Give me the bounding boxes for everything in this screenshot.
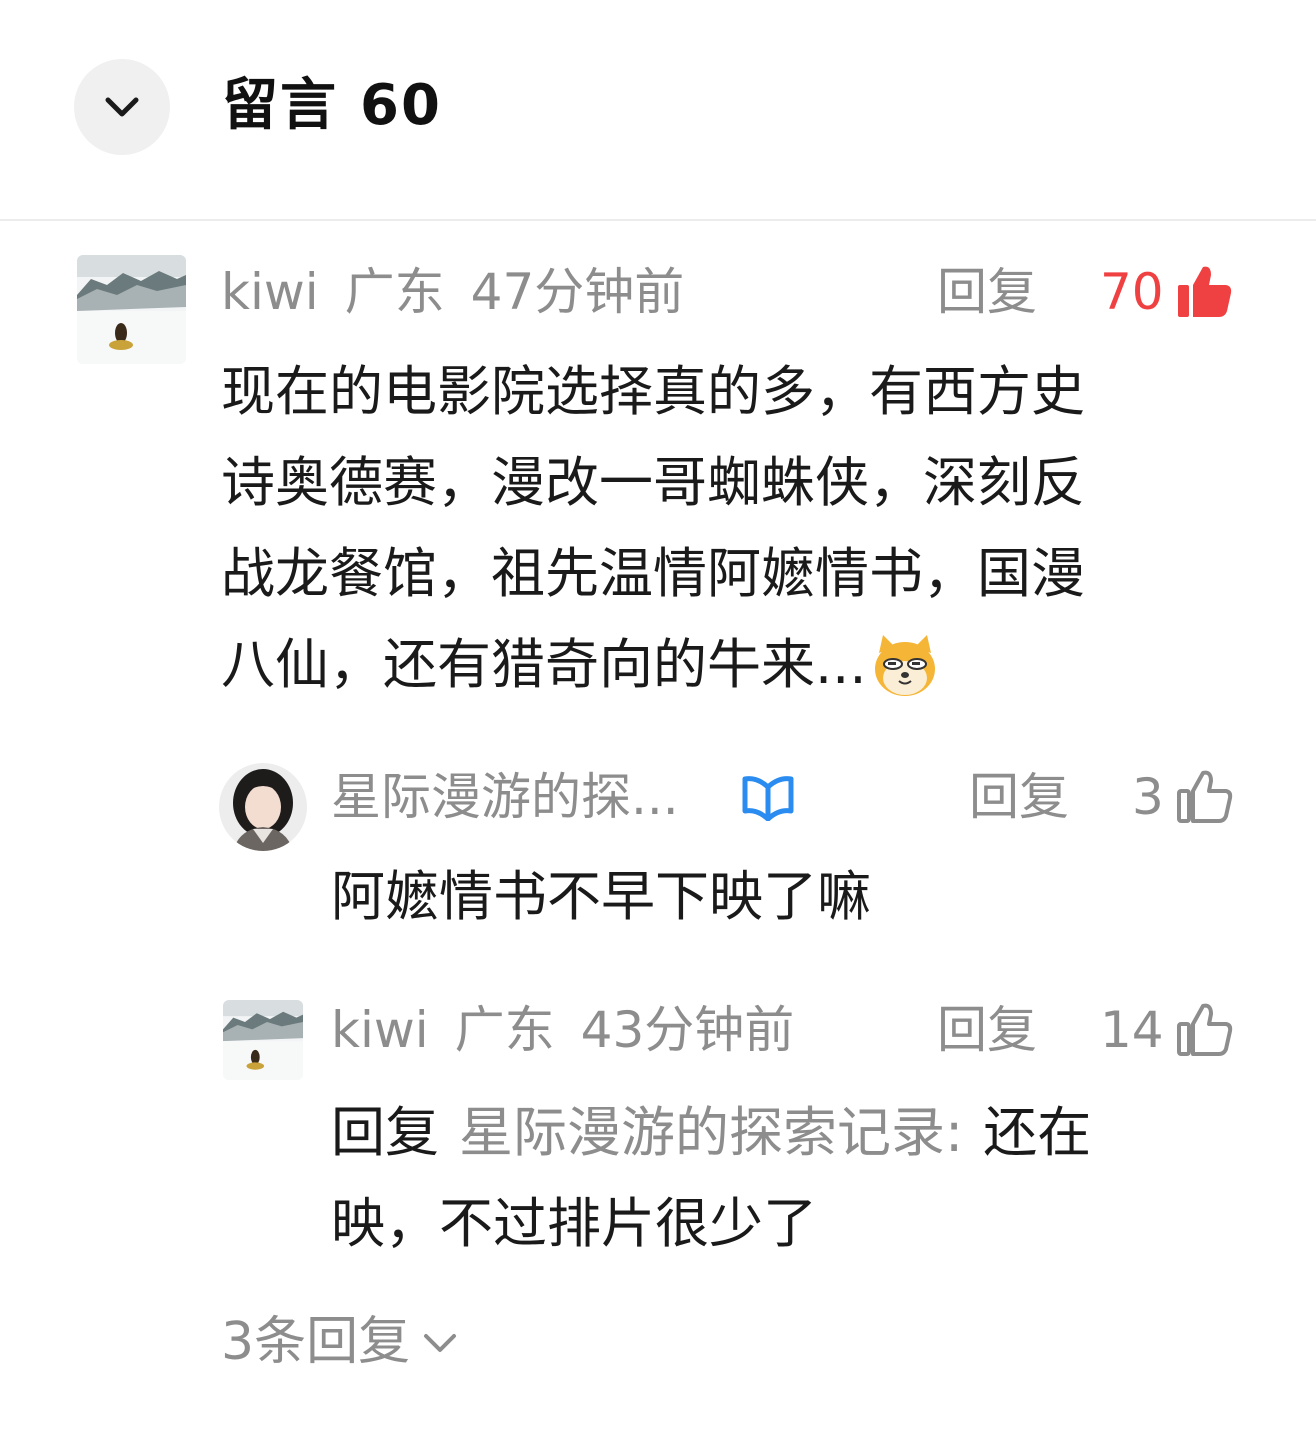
- reply-text: 阿嬷情书不早下映了嘛: [331, 865, 871, 928]
- reply-text: 回复 星际漫游的探索记录: 还在 映，不过排片很少了: [331, 1087, 1211, 1269]
- reply-prefix: 回复: [331, 1101, 439, 1164]
- comment-text-line: 战龙餐馆，祖先温情阿嬷情书，国漫: [221, 542, 1085, 605]
- reply-like-count: 14: [1100, 1001, 1164, 1059]
- comment-text-line: 八仙，还有猎奇向的牛来...: [221, 633, 867, 696]
- chevron-down-icon: [424, 1334, 457, 1352]
- reply-like-button[interactable]: 3: [1132, 765, 1234, 829]
- comment-sheet: 留言 60 kiwi 广东 47分钟前 回复 70 现在的电影院选择真的多，有西方史 …: [0, 0, 1316, 1429]
- reply-username[interactable]: kiwi: [331, 1001, 429, 1059]
- comment-location: 广东: [344, 263, 445, 321]
- reply-meta: 星际漫游的探...: [331, 765, 705, 829]
- comment-text-line: 现在的电影院选择真的多，有西方史: [221, 360, 1085, 423]
- thumbs-up-icon: [1176, 770, 1232, 823]
- avatar[interactable]: [77, 255, 186, 364]
- comments-title: 留言 60: [222, 66, 442, 146]
- avatar[interactable]: [223, 1000, 303, 1080]
- doge-emoji-icon: [874, 634, 935, 696]
- avatar[interactable]: [219, 763, 307, 851]
- comment-username[interactable]: kiwi: [221, 263, 319, 321]
- comment-text-line: 诗奥德赛，漫改一哥蜘蛛侠，深刻反: [221, 451, 1085, 514]
- header-divider: [0, 219, 1316, 221]
- reply-target[interactable]: 星际漫游的探索记录:: [459, 1101, 963, 1164]
- comments-count: 60: [360, 73, 442, 138]
- comment-like-count: 70: [1100, 263, 1164, 321]
- thumbs-up-filled-icon: [1177, 266, 1231, 317]
- comment-header: 留言 60: [0, 0, 1316, 220]
- reply-location: 广东: [454, 1001, 555, 1059]
- reply-time: 43分钟前: [580, 1001, 795, 1059]
- more-replies-button[interactable]: 3条回复: [221, 1310, 460, 1374]
- comment-meta: kiwi 广东 47分钟前: [221, 260, 710, 324]
- comment-time: 47分钟前: [470, 263, 685, 321]
- more-replies-label: 3条回复: [221, 1312, 411, 1372]
- chevron-down-icon: [105, 97, 139, 117]
- verified-book-icon: [742, 776, 794, 821]
- comment-like-button[interactable]: 70: [1100, 260, 1234, 324]
- reply-like-count: 3: [1132, 768, 1164, 826]
- collapse-button[interactable]: [74, 59, 170, 155]
- reply-meta: kiwi 广东 43分钟前: [331, 998, 820, 1062]
- thumbs-up-icon: [1176, 1003, 1232, 1056]
- comment-reply-button[interactable]: 回复: [937, 260, 1037, 324]
- reply-username[interactable]: 星际漫游的探...: [331, 768, 679, 826]
- reply-text-line: 还在: [983, 1101, 1092, 1164]
- reply-text-line: 映，不过排片很少了: [331, 1192, 817, 1255]
- comment-text: 现在的电影院选择真的多，有西方史 诗奥德赛，漫改一哥蜘蛛侠，深刻反 战龙餐馆，祖…: [221, 346, 1201, 710]
- reply-reply-button[interactable]: 回复: [969, 765, 1069, 829]
- comments-title-label: 留言: [222, 73, 338, 138]
- reply-reply-button[interactable]: 回复: [937, 998, 1037, 1062]
- reply-like-button[interactable]: 14: [1100, 998, 1234, 1062]
